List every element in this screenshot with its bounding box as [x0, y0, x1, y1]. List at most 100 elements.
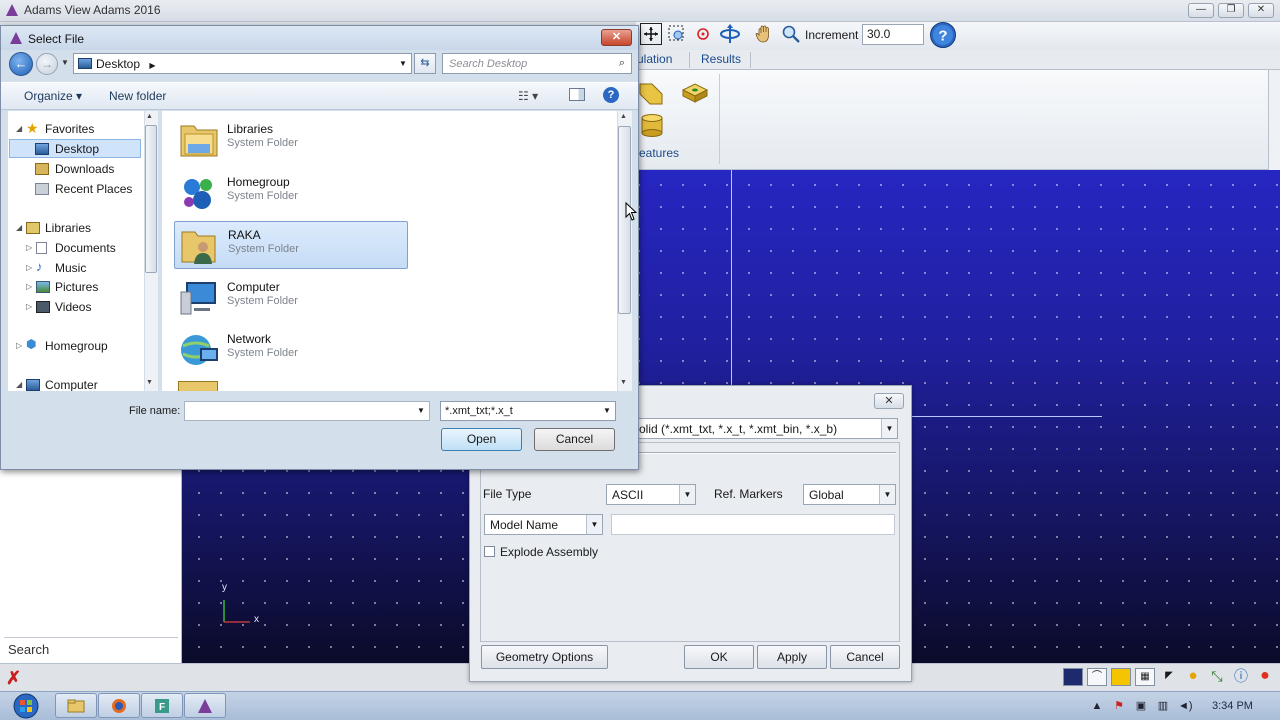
- restore-button[interactable]: ❐: [1218, 3, 1244, 18]
- apply-button[interactable]: Apply: [757, 645, 827, 669]
- recent-places-icon: [35, 183, 49, 195]
- minimize-button[interactable]: —: [1188, 3, 1214, 18]
- taskbar-explorer[interactable]: [55, 693, 97, 718]
- status-plot-icon[interactable]: ⌒: [1087, 668, 1107, 686]
- status-coordinate-icon[interactable]: ⤡: [1207, 668, 1227, 686]
- svg-text:?: ?: [938, 28, 947, 45]
- model-name-input[interactable]: [611, 514, 895, 535]
- forward-arrow-icon[interactable]: →: [36, 53, 58, 75]
- increment-input[interactable]: 30.0: [862, 24, 924, 45]
- explode-assembly-checkbox[interactable]: [484, 546, 495, 557]
- computer-icon: [26, 379, 40, 391]
- rotate-icon[interactable]: [719, 23, 741, 45]
- status-table-icon[interactable]: ▦: [1135, 668, 1155, 686]
- file-name-input[interactable]: ▼: [184, 401, 430, 421]
- tray-network-icon[interactable]: ▥: [1156, 699, 1170, 713]
- ok-button[interactable]: OK: [684, 645, 754, 669]
- file-item-raka[interactable]: RAKA System Folder: [174, 221, 408, 269]
- help-icon[interactable]: ?: [928, 21, 958, 49]
- cancel-button[interactable]: Cancel: [534, 428, 615, 451]
- zoom-icon[interactable]: [780, 23, 802, 45]
- feature-block-icon[interactable]: [681, 80, 709, 106]
- file-item-homegroup[interactable]: Homegroup System Folder: [174, 169, 408, 217]
- tray-device-icon[interactable]: ▣: [1134, 699, 1148, 713]
- fit-view-icon[interactable]: [640, 23, 662, 45]
- file-item-computer[interactable]: Computer System Folder: [174, 274, 408, 322]
- organize-button[interactable]: Organize ▾: [24, 89, 82, 103]
- homegroup-icon: ⬢: [26, 337, 37, 351]
- chevron-down-icon: ▼: [881, 419, 897, 438]
- close-button[interactable]: ✕: [1248, 3, 1274, 18]
- status-cancel-icon[interactable]: ✗: [6, 668, 21, 689]
- history-dropdown-icon[interactable]: ▼: [61, 58, 69, 67]
- libraries-icon: [26, 222, 40, 234]
- scroll-up-icon[interactable]: ▲: [620, 113, 627, 120]
- help-icon[interactable]: ?: [603, 87, 619, 103]
- taskbar-app-f[interactable]: F: [141, 693, 183, 718]
- file-name: Computer: [227, 280, 280, 294]
- desktop-icon: [78, 58, 92, 69]
- tab-simulation[interactable]: ulation: [637, 52, 672, 66]
- import-cancel-button[interactable]: Cancel: [830, 645, 900, 669]
- tray-volume-icon[interactable]: ◄): [1178, 699, 1193, 713]
- status-render-icon[interactable]: ◤: [1159, 668, 1179, 686]
- downloads-folder-icon: [35, 163, 49, 175]
- nav-label: Homegroup: [45, 339, 108, 353]
- nav-label: Desktop: [55, 142, 100, 156]
- file-filter-select[interactable]: olid (*.xmt_txt, *.x_t, *.xmt_bin, *.x_b…: [636, 418, 898, 439]
- status-view-icon[interactable]: [1063, 668, 1083, 686]
- command-bar: [1, 82, 638, 110]
- search-desktop-input[interactable]: Search Desktop ⌕: [442, 53, 632, 74]
- chevron-down-icon: ▼: [679, 485, 695, 504]
- address-bar[interactable]: Desktop ▶ ▼: [73, 53, 412, 74]
- status-info-icon[interactable]: ⓘ: [1231, 668, 1251, 686]
- ref-markers-select[interactable]: Global ▼: [803, 484, 896, 505]
- taskbar-firefox[interactable]: [98, 693, 140, 718]
- import-close-button[interactable]: ✕: [874, 393, 904, 409]
- file-item-libraries[interactable]: Libraries System Folder: [174, 116, 408, 164]
- search-placeholder: Search Desktop: [449, 58, 528, 70]
- collapse-arrow-icon: ▷: [26, 263, 33, 272]
- libraries-folder-icon: [180, 125, 218, 157]
- preview-pane-icon[interactable]: [569, 88, 585, 101]
- feature-cylinder-icon[interactable]: [639, 112, 665, 138]
- documents-icon: [36, 242, 47, 254]
- file-name: Network: [227, 332, 272, 346]
- browser-search-input[interactable]: Search: [4, 637, 178, 659]
- axis-x-label: x: [254, 614, 259, 625]
- tray-expand-icon[interactable]: ▲: [1090, 699, 1104, 713]
- file-list: Libraries System Folder Homegroup System…: [162, 111, 632, 391]
- tray-flag-icon[interactable]: ⚑: [1112, 699, 1126, 713]
- open-button[interactable]: Open: [441, 428, 522, 451]
- taskbar-adams[interactable]: [184, 693, 226, 718]
- back-arrow-icon[interactable]: ←: [9, 52, 33, 76]
- model-name-select[interactable]: Model Name ▼: [484, 514, 603, 535]
- chevron-down-icon: ▼: [395, 54, 411, 73]
- status-light-icon[interactable]: ●: [1183, 668, 1203, 686]
- features-group-label: eatures: [639, 146, 680, 160]
- file-type-filter-select[interactable]: *.xmt_txt;*.x_t ▼: [440, 401, 616, 421]
- new-folder-button[interactable]: New folder: [109, 89, 166, 103]
- status-color-icon[interactable]: [1111, 668, 1131, 686]
- view-options-icon[interactable]: ☷ ▾: [518, 89, 538, 103]
- scroll-down-icon[interactable]: ▼: [146, 379, 153, 386]
- feature-shape-icon[interactable]: [638, 80, 664, 106]
- collapse-arrow-icon: ▷: [26, 282, 33, 291]
- tab-results[interactable]: Results: [701, 52, 741, 66]
- zoom-box-icon[interactable]: [666, 23, 688, 45]
- select-file-close-button[interactable]: ✕: [601, 29, 632, 46]
- start-button-icon[interactable]: [4, 692, 44, 720]
- scroll-down-icon[interactable]: ▼: [620, 379, 627, 386]
- file-item-network[interactable]: Network System Folder: [174, 326, 408, 374]
- status-stop-icon[interactable]: ●: [1255, 668, 1275, 686]
- center-icon[interactable]: [692, 23, 714, 45]
- geometry-options-button[interactable]: Geometry Options: [481, 645, 608, 669]
- navigation-scroll-thumb[interactable]: [145, 125, 157, 273]
- pan-hand-icon[interactable]: [753, 23, 775, 45]
- scroll-up-icon[interactable]: ▲: [146, 113, 153, 120]
- file-type-select[interactable]: ASCII ▼: [606, 484, 696, 505]
- refresh-icon[interactable]: ⇆: [414, 53, 436, 74]
- chevron-down-icon: ▼: [586, 515, 602, 534]
- taskbar-clock[interactable]: 3:34 PM: [1212, 700, 1253, 712]
- partial-folder-icon: [178, 381, 218, 391]
